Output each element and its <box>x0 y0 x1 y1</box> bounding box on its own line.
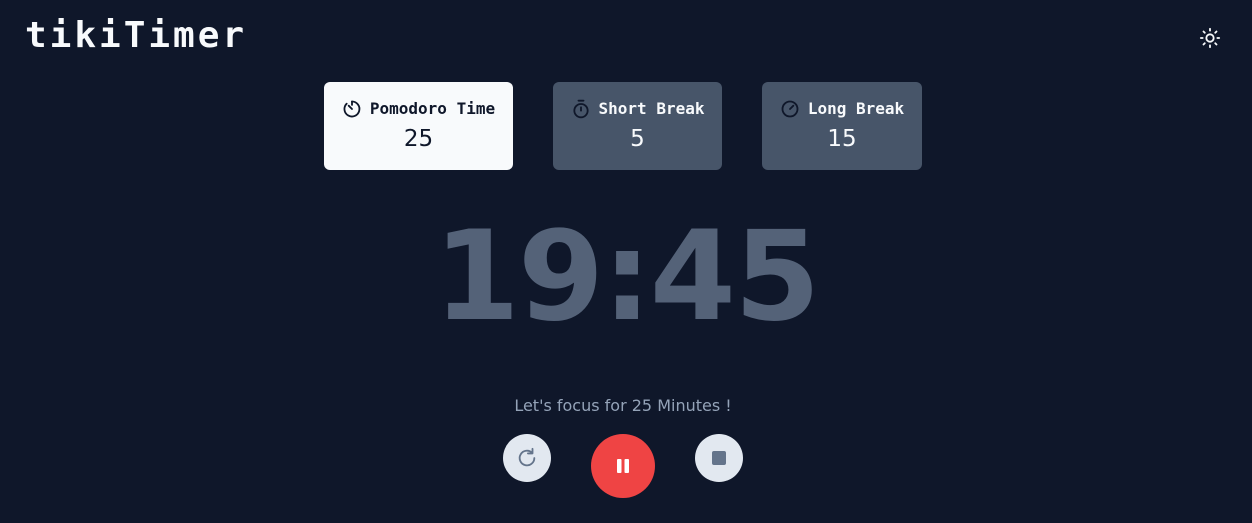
stop-button[interactable] <box>695 434 743 482</box>
mode-value-short-break: 5 <box>630 126 645 152</box>
pause-button[interactable] <box>591 434 655 498</box>
pause-icon <box>617 459 629 473</box>
mode-label-short-break: Short Break <box>598 99 705 118</box>
rotate-cw-icon <box>518 447 536 467</box>
mode-selector: Pomodoro Time 25 Short Break 5 Long Brea… <box>0 82 1252 170</box>
mode-value-long-break: 15 <box>827 126 857 152</box>
mode-label-pomodoro: Pomodoro Time <box>369 99 496 118</box>
reset-button[interactable] <box>503 434 551 482</box>
mode-value-pomodoro: 25 <box>403 126 434 152</box>
stop-icon <box>712 451 726 465</box>
mode-label-long-break: Long Break <box>807 99 905 118</box>
mode-card-long-break[interactable]: Long Break 15 <box>762 82 922 170</box>
timer-display: 19:45 <box>433 205 821 349</box>
gauge-icon <box>781 100 799 118</box>
mode-card-short-break[interactable]: Short Break 5 <box>553 82 722 170</box>
timer-icon <box>343 100 361 118</box>
theme-toggle-button[interactable] <box>1196 24 1224 52</box>
focus-message: Let's focus for 25 Minutes ! <box>514 396 732 415</box>
app-logo: tikiTimer <box>25 15 248 56</box>
mode-card-pomodoro[interactable]: Pomodoro Time 25 <box>324 82 513 170</box>
sun-icon <box>1199 27 1221 49</box>
stopwatch-icon <box>572 99 589 119</box>
